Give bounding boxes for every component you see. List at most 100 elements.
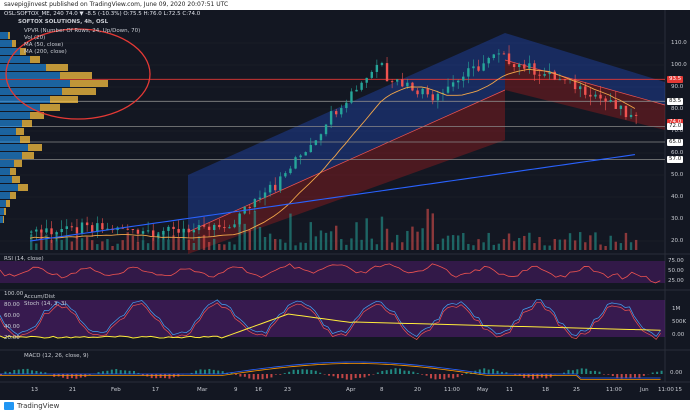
time-axis-label: Apr [346,387,356,393]
volume-bar [390,242,394,250]
volume-bar [152,237,155,250]
candle-body [619,105,623,109]
macd-histogram-bar [385,370,388,374]
vpvr-bar-down [22,120,32,127]
candle-body [101,223,104,230]
macd-histogram-bar [319,372,322,374]
chart-canvas[interactable] [0,10,690,400]
footer: TradingView [0,400,690,412]
legend-vol[interactable]: Vol (20) [24,35,45,41]
candle-body [299,155,302,158]
stoch-axis-label: 40.00 [4,324,20,330]
rsi-pane-label: RSI (14, close) [4,256,44,262]
time-axis-label: 11 [506,387,513,393]
volume-bar [268,233,272,250]
candle-body [558,79,562,81]
time-axis-label: 17 [152,387,159,393]
vpvr-bar-up [0,216,3,223]
volume-bar [324,232,328,250]
time-axis-label: 23 [284,387,291,393]
price-axis-label: 50.0 [671,172,684,178]
vpvr-bar-down [8,32,10,39]
rsi-axis-label: 25.00 [668,278,684,284]
volume-bar [451,235,455,250]
candle-body [482,63,485,71]
macd-histogram-bar [425,374,428,376]
time-axis-label: 8 [380,387,384,393]
macd-histogram-bar [571,370,574,374]
volume-bar [309,222,312,250]
legend-ma200[interactable]: MA (200, close) [24,49,67,55]
macd-histogram-bar [589,370,592,374]
macd-histogram-bar [106,370,109,374]
macd-histogram-bar [611,374,614,377]
vpvr-bar-down [22,152,34,159]
candle-body [502,53,506,55]
macd-histogram-bar [580,368,583,374]
macd-histogram-bar [26,368,29,374]
macd-histogram-bar [212,369,215,374]
vpvr-bar-up [0,120,22,127]
candle-body [629,114,633,118]
candle-body [329,111,333,125]
volume-bar [548,245,551,250]
volume-bar [370,238,373,250]
volume-bar [411,226,414,250]
candle-body [477,66,480,71]
macd-histogram-bar [31,370,34,374]
candle-body [624,105,628,118]
candle-body [345,102,348,109]
candle-body [248,206,251,208]
macd-histogram-bar [297,369,300,374]
macd-histogram-bar [13,369,16,374]
macd-histogram-bar [656,371,659,374]
stoch-band [0,300,665,337]
volume-bar [299,242,302,250]
macd-histogram-bar [545,374,548,379]
volume-bar [512,241,516,250]
macd-histogram-bar [443,374,446,380]
vpvr-bar-down [12,176,20,183]
volume-bar [431,213,434,250]
volume-bar [121,240,124,250]
volume-bar [345,244,348,250]
price-axis-label: 20.0 [671,238,684,244]
legend-vpvr[interactable]: VPVR (Number Of Rows, 24, Up/Down, 70) [24,28,140,34]
candle-body [416,90,419,95]
vpvr-bar-up [0,200,6,207]
candle-body [396,79,399,82]
candle-body [451,82,455,87]
candle-body [431,94,434,101]
volume-bar [518,237,521,250]
volume-bar [274,239,277,250]
macd-histogram-bar [243,374,246,377]
volume-bar [614,241,617,250]
macd-histogram-bar [403,370,406,374]
vpvr-bar-up [0,160,14,167]
chart-area[interactable]: OSL:SOFTOX_ME, 240 74.0 ▼ -8.5 (-10.3%) … [0,10,690,400]
brand-label: TradingView [17,402,60,410]
time-axis-label: 15 [675,387,682,393]
time-axis-label: 25 [573,387,580,393]
volume-bar [228,241,231,250]
stoch-axis-label: 80.00 [4,302,20,308]
vpvr-bar-down [60,72,92,79]
candle-body [350,91,353,103]
macd-histogram-bar [598,371,601,374]
volume-bar [416,231,419,250]
volume-bar [258,227,262,250]
volume-bar [457,235,460,250]
macd-histogram-bar [651,372,654,374]
candle-body [589,94,592,97]
candle-body [385,63,389,82]
volume-bar [375,244,379,250]
vpvr-bar-up [0,208,4,215]
volume-bar [406,230,409,250]
volume-bar [279,239,282,250]
volume-bar [492,244,495,250]
price-axis-label: 110.0 [671,40,687,46]
volume-bar [441,238,445,250]
candle-body [380,63,384,65]
legend-ma50[interactable]: MA (50, close) [24,42,63,48]
macd-histogram-bar [35,370,38,374]
